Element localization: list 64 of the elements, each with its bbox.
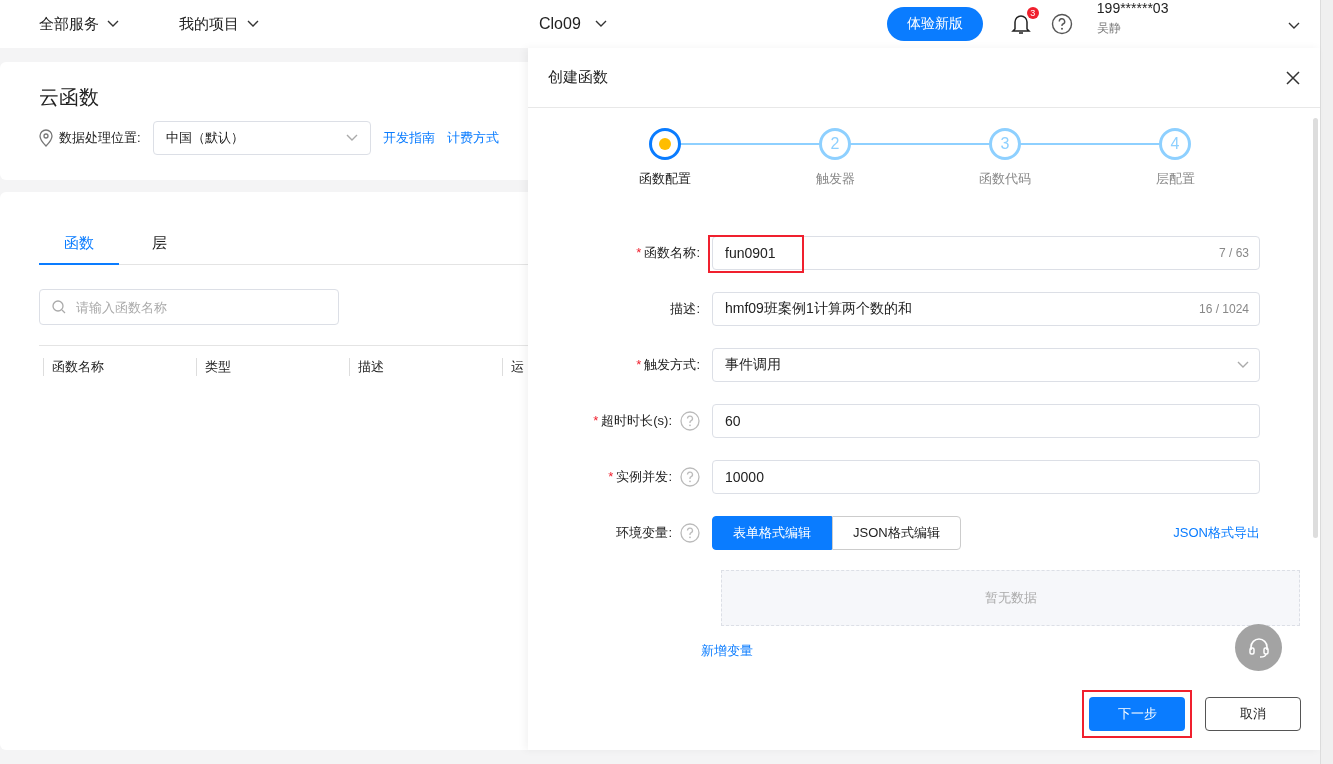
step-indicator: 3	[989, 128, 1021, 160]
step-label: 层配置	[1155, 170, 1195, 188]
step-label: 函数代码	[979, 170, 1031, 188]
char-counter: 16 / 1024	[1198, 302, 1249, 316]
cancel-button[interactable]: 取消	[1205, 697, 1301, 731]
input-field[interactable]: 10000	[712, 460, 1260, 494]
field-label: * 实例并发:	[608, 468, 672, 486]
field-label: * 函数名称:	[636, 244, 700, 262]
project-selector[interactable]: Clo09	[539, 15, 607, 33]
location-pin-icon	[39, 129, 53, 147]
char-counter: 7 / 63	[1218, 246, 1249, 260]
search-field[interactable]: 请输入函数名称	[39, 289, 339, 325]
export-link[interactable]: JSON格式导出	[1173, 524, 1260, 542]
empty-state: 暂无数据	[721, 570, 1300, 626]
headset-icon	[1247, 636, 1270, 659]
column-header: 函数名称	[52, 359, 104, 374]
chevron-down-icon	[345, 134, 358, 142]
column-header: 运	[511, 359, 524, 374]
mode-toggle[interactable]: JSON格式编辑	[832, 516, 961, 550]
bell-icon[interactable]	[1010, 13, 1031, 35]
chevron-down-icon	[1237, 361, 1249, 369]
doc-link[interactable]: 开发指南	[382, 129, 435, 147]
next-button[interactable]: 下一步	[1089, 697, 1185, 731]
text-input[interactable]: 60	[723, 412, 1249, 430]
scrollbar[interactable]	[1320, 0, 1333, 764]
region-select[interactable]: 中国（默认）	[152, 121, 371, 155]
step-indicator: 2	[819, 128, 851, 160]
new-version-button[interactable]: 体验新版	[886, 7, 983, 41]
notification-badge: 3	[1026, 7, 1039, 19]
mode-toggle[interactable]: 表单格式编辑	[712, 516, 832, 550]
page-title: 云函数	[39, 85, 100, 110]
location-label: 数据处理位置:	[59, 129, 141, 147]
chevron-down-icon	[107, 20, 119, 28]
column-header: 描述	[358, 359, 384, 374]
text-input[interactable]: fun0901	[723, 244, 1219, 262]
field-label: * 触发方式:	[636, 356, 700, 374]
field-label: 环境变量:	[616, 524, 672, 542]
step-label: 触发器	[815, 170, 855, 188]
chevron-down-icon	[594, 20, 607, 28]
chevron-down-icon	[1288, 21, 1301, 30]
input-field[interactable]: 60	[712, 404, 1260, 438]
search-icon	[52, 300, 66, 314]
tab[interactable]: 层	[119, 226, 199, 265]
input-field[interactable]: hmf09班案例1计算两个数的和 16 / 1024	[712, 292, 1260, 326]
text-input[interactable]: 10000	[723, 468, 1249, 486]
drawer-title: 创建函数	[548, 68, 608, 87]
step-indicator: 4	[1159, 128, 1191, 160]
text-input[interactable]: hmf09班案例1计算两个数的和	[723, 300, 1199, 318]
select-input[interactable]: 事件调用	[723, 356, 1237, 374]
nav-menu[interactable]: 全部服务	[39, 14, 119, 34]
step-label: 函数配置	[639, 170, 691, 188]
account-phone: 199******03	[1096, 0, 1169, 16]
column-header: 类型	[205, 359, 231, 374]
account-name: 吴静	[1096, 19, 1122, 37]
nav-menu[interactable]: 我的项目	[179, 14, 259, 34]
doc-link[interactable]: 计费方式	[446, 129, 499, 147]
add-variable-link[interactable]: 新增变量	[701, 642, 753, 660]
tab[interactable]: 函数	[39, 226, 119, 265]
field-label: * 超时时长(s):	[593, 412, 672, 430]
chevron-down-icon	[247, 20, 259, 28]
trigger-select[interactable]: 事件调用	[712, 348, 1260, 382]
close-icon[interactable]	[1286, 70, 1300, 85]
help-icon[interactable]	[1050, 13, 1073, 35]
field-label: 描述:	[670, 300, 700, 318]
